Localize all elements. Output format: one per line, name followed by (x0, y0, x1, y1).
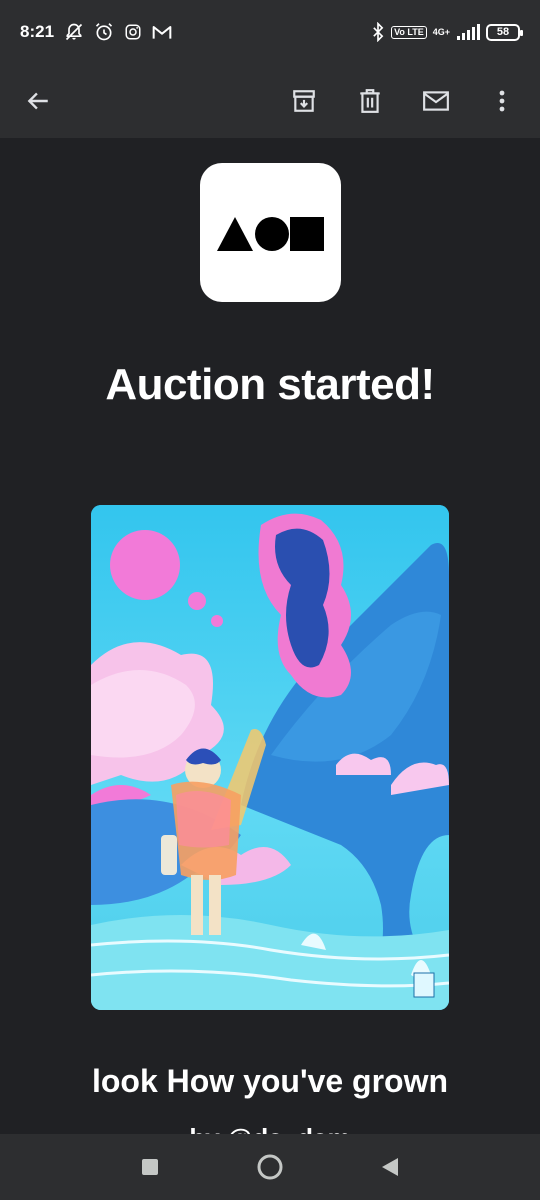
email-screen: 8:21 Vo LTE 4G+ 58 Auction started! look… (0, 0, 540, 1200)
triangle-back-icon (382, 1158, 398, 1176)
home-button[interactable] (245, 1142, 295, 1192)
delete-button[interactable] (348, 79, 392, 123)
email-headline: Auction started! (105, 360, 435, 409)
square-recents-icon (142, 1159, 158, 1175)
toolbar-actions (282, 79, 524, 123)
circle-home-icon (257, 1154, 283, 1180)
nav-back-button[interactable] (365, 1142, 415, 1192)
gmail-icon (152, 23, 172, 41)
more-options-button[interactable] (480, 79, 524, 123)
volte-badge: Vo LTE (391, 25, 427, 39)
status-left: 8:21 (20, 22, 172, 42)
network-label: 4G+ (432, 26, 450, 37)
recents-button[interactable] (125, 1142, 175, 1192)
artist-handle-link[interactable]: @da_dam (227, 1123, 351, 1134)
mail-icon (423, 91, 449, 111)
status-right: Vo LTE 4G+ 58 (371, 22, 523, 42)
mark-unread-button[interactable] (414, 79, 458, 123)
back-button[interactable] (16, 79, 60, 123)
status-time: 8:21 (20, 22, 55, 41)
email-toolbar (0, 64, 540, 138)
archive-icon (293, 90, 315, 112)
arrow-back-icon (27, 92, 48, 110)
signal-icon (456, 24, 480, 40)
artwork-illustration (91, 505, 449, 1010)
artwork-image[interactable] (91, 505, 449, 1010)
alarm-icon (94, 22, 114, 42)
trash-icon (360, 89, 380, 113)
mute-notifications-icon (64, 22, 84, 42)
system-nav-bar (0, 1134, 540, 1200)
battery-icon: 58 (486, 23, 523, 41)
artwork-title: look How you've grown (91, 1063, 449, 1099)
bluetooth-icon (371, 22, 385, 42)
status-bar: 8:21 Vo LTE 4G+ 58 (0, 0, 540, 64)
archive-button[interactable] (282, 79, 326, 123)
artist-credit-prefix: by (189, 1123, 227, 1134)
battery-level: 58 (496, 26, 510, 38)
email-body: Auction started! look How you've grown (0, 138, 540, 1134)
foundation-logo-icon (216, 216, 324, 251)
network-type: 4G+ (432, 26, 450, 37)
instagram-icon (124, 23, 142, 41)
artist-credit: by @da_dam (0, 1123, 540, 1134)
foundation-logo[interactable] (200, 163, 341, 302)
more-vertical-icon (499, 90, 505, 112)
